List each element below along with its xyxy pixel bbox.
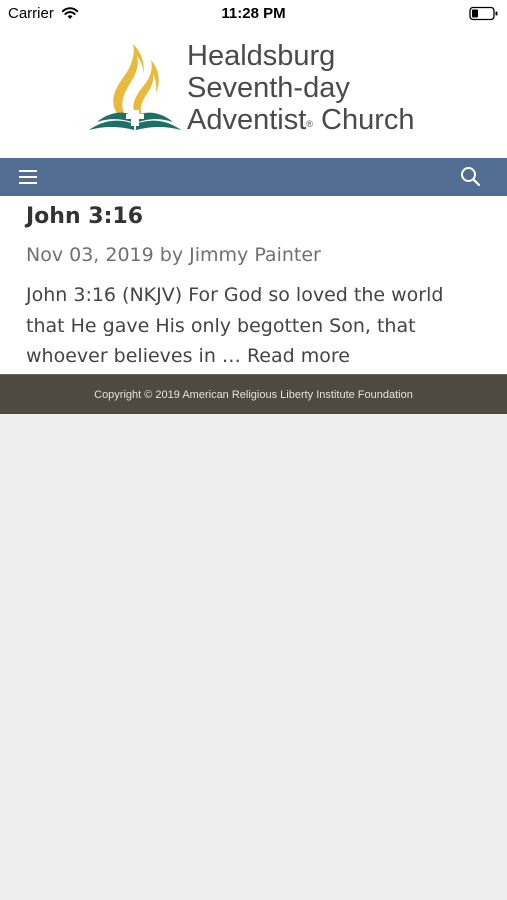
copyright-text: Copyright © 2019 American Religious Libe… [94, 389, 413, 401]
logo-line-2: Seventh-day [187, 72, 350, 104]
post-title[interactable]: John 3:16 [26, 204, 143, 229]
post-by: by [159, 244, 184, 266]
status-time: 11:28 PM [221, 5, 286, 22]
main-content: John 3:16 Nov 03, 2019 by Jimmy Painter … [0, 196, 507, 374]
post-author[interactable]: Jimmy Painter [189, 244, 321, 266]
status-bar: Carrier 11:28 PM [0, 0, 507, 28]
logo-line-3a: Adventist [187, 104, 307, 136]
post-date: Nov 03, 2019 [26, 244, 154, 266]
logo-line-1: Healdsburg [187, 40, 336, 72]
site-footer: Copyright © 2019 American Religious Libe… [0, 374, 507, 414]
battery-icon [469, 6, 498, 21]
post-excerpt: John 3:16 (NKJV) For God so loved the wo… [26, 280, 486, 372]
post-meta: Nov 03, 2019 by Jimmy Painter [26, 244, 321, 266]
logo-line-3b: Church [312, 104, 415, 136]
church-logo-icon[interactable] [87, 42, 183, 132]
church-name-logo[interactable]: Healdsburg Seventh-day Adventist® Church [187, 40, 414, 136]
site-header: Healdsburg Seventh-day Adventist® Church [0, 28, 507, 158]
post-excerpt-text: John 3:16 (NKJV) For God so loved the wo… [26, 284, 444, 367]
registered-mark: ® [306, 119, 313, 129]
read-more-link[interactable]: Read more [247, 345, 350, 367]
hamburger-menu-icon[interactable] [18, 167, 38, 187]
nav-bar [0, 158, 507, 196]
search-icon[interactable] [460, 166, 481, 187]
logo-line-3: Adventist® Church [187, 104, 414, 136]
